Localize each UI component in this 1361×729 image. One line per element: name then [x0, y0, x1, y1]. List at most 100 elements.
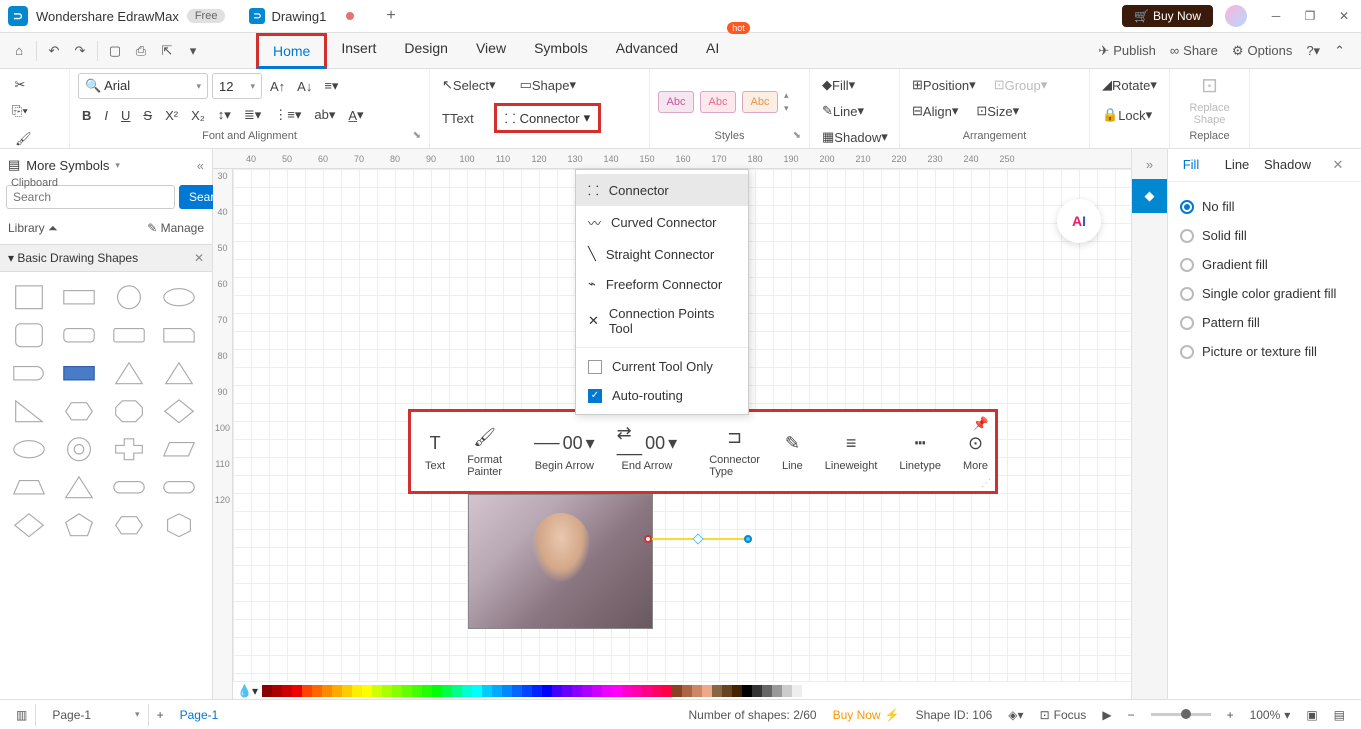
new-tab-button[interactable]: +	[386, 7, 395, 25]
export-button[interactable]: ⇱	[154, 38, 180, 64]
color-swatch[interactable]	[372, 685, 382, 697]
more-quick[interactable]: ▾	[180, 38, 206, 64]
shape-roundsq[interactable]	[10, 320, 48, 350]
color-swatch[interactable]	[602, 685, 612, 697]
color-swatch[interactable]	[732, 685, 742, 697]
color-swatch[interactable]	[302, 685, 312, 697]
fit-page[interactable]: ▣	[1298, 708, 1325, 722]
manage-button[interactable]: ✎ Manage	[147, 221, 204, 236]
shape-roundrect2[interactable]	[110, 320, 148, 350]
zoom-slider[interactable]	[1151, 713, 1211, 716]
cut-button[interactable]: ✂	[8, 73, 32, 97]
shape-hexagon2[interactable]	[110, 510, 148, 540]
shape-triangle2[interactable]	[160, 358, 198, 388]
rp-tab-fill[interactable]: Fill	[1168, 149, 1214, 181]
align-menu[interactable]: ≡▾	[320, 74, 342, 98]
color-swatch[interactable]	[492, 685, 502, 697]
color-swatch[interactable]	[522, 685, 532, 697]
color-swatch[interactable]	[262, 685, 272, 697]
color-swatch[interactable]	[712, 685, 722, 697]
color-swatch[interactable]	[332, 685, 342, 697]
color-swatch[interactable]	[802, 685, 812, 697]
color-swatch[interactable]	[382, 685, 392, 697]
style-preset-3[interactable]: Abc	[742, 91, 778, 113]
underline-button[interactable]: U	[117, 103, 134, 127]
color-swatch[interactable]	[552, 685, 562, 697]
fill-opt-single-gradient[interactable]: Single color gradient fill	[1180, 279, 1349, 308]
shape-ellipse[interactable]	[160, 282, 198, 312]
font-select[interactable]: 🔍 Arial▾	[78, 73, 208, 99]
copy-button[interactable]: ⎘▾	[8, 99, 32, 123]
color-swatch[interactable]	[542, 685, 552, 697]
fill-opt-picture[interactable]: Picture or texture fill	[1180, 337, 1349, 366]
menu-advanced[interactable]: Advanced	[602, 33, 692, 69]
color-swatch[interactable]	[442, 685, 452, 697]
menu-insert[interactable]: Insert	[327, 33, 390, 69]
connector-mid-point[interactable]	[692, 533, 703, 544]
options-button[interactable]: ⚙Options	[1232, 43, 1292, 59]
section-toggle[interactable]: ▾ Basic Drawing Shapes	[8, 251, 138, 265]
buy-now-button[interactable]: 🛒 Buy Now	[1122, 5, 1213, 27]
color-swatch[interactable]	[462, 685, 472, 697]
color-swatch[interactable]	[422, 685, 432, 697]
pages-icon[interactable]: ▥	[8, 708, 35, 722]
shape-square[interactable]	[10, 282, 48, 312]
color-swatch[interactable]	[622, 685, 632, 697]
color-swatch[interactable]	[482, 685, 492, 697]
color-swatch[interactable]	[762, 685, 772, 697]
spacing-button[interactable]: ↕▾	[214, 103, 235, 127]
zoom-level[interactable]: 100%▾	[1242, 708, 1299, 722]
position-button[interactable]: ⊞ Position▾	[908, 73, 980, 97]
bullets-button[interactable]: ⋮≡▾	[270, 103, 305, 127]
color-swatch[interactable]	[612, 685, 622, 697]
shape-diamond[interactable]	[160, 396, 198, 426]
ft-lineweight[interactable]: ≡Lineweight	[819, 430, 884, 474]
shape-terminator[interactable]	[10, 358, 48, 388]
color-swatch[interactable]	[592, 685, 602, 697]
shape-pill2[interactable]	[160, 472, 198, 502]
menu-design[interactable]: Design	[390, 33, 462, 69]
line-spacing-button[interactable]: ≣▾	[240, 103, 265, 127]
fill-opt-none[interactable]: No fill	[1180, 192, 1349, 221]
page-select[interactable]: Page-1	[44, 704, 131, 726]
redo-button[interactable]: ↷	[67, 38, 93, 64]
shape-rect[interactable]	[60, 282, 98, 312]
italic-button[interactable]: I	[100, 103, 112, 127]
color-swatch[interactable]	[322, 685, 332, 697]
shape-hexagon[interactable]	[60, 396, 98, 426]
shape-ellipse2[interactable]	[10, 434, 48, 464]
decrease-font[interactable]: A↓	[293, 74, 316, 98]
shape-pentagon[interactable]	[60, 510, 98, 540]
connector-end-point[interactable]	[744, 535, 752, 543]
lock-button[interactable]: 🔒 Lock▾	[1098, 103, 1156, 127]
minimize-button[interactable]: ─	[1259, 9, 1293, 23]
subscript-button[interactable]: X₂	[187, 103, 209, 127]
collapse-ribbon[interactable]: ⌃	[1334, 43, 1345, 59]
expand-right-panel[interactable]: »	[1132, 149, 1167, 179]
close-button[interactable]: ✕	[1327, 9, 1361, 23]
color-swatch[interactable]	[352, 685, 362, 697]
shape-hexagon3[interactable]	[160, 510, 198, 540]
library-label[interactable]: Library ⏶	[8, 221, 58, 236]
canvas[interactable]: 4050607080901001101201301401501601701801…	[213, 149, 1131, 699]
add-page-button[interactable]: +	[149, 708, 172, 722]
superscript-button[interactable]: X²	[161, 103, 182, 127]
shape-tool[interactable]: ▭ Shape▾	[516, 73, 580, 97]
strike-button[interactable]: S	[139, 103, 156, 127]
document-tab[interactable]: ⊃ Drawing1	[237, 0, 366, 32]
color-swatch[interactable]	[432, 685, 442, 697]
collapse-left-panel[interactable]: «	[197, 158, 204, 173]
undo-button[interactable]: ↶	[41, 38, 67, 64]
shape-octagon[interactable]	[110, 396, 148, 426]
image-shape[interactable]	[468, 494, 653, 629]
increase-font[interactable]: A↑	[266, 74, 289, 98]
connector-start-point[interactable]	[644, 535, 652, 543]
color-swatch[interactable]	[772, 685, 782, 697]
print-button[interactable]: ⎙	[128, 38, 154, 64]
color-swatch[interactable]	[752, 685, 762, 697]
buy-now-link[interactable]: Buy Now ⚡	[825, 708, 908, 722]
text-tool[interactable]: T Text	[438, 106, 478, 130]
shape-donut[interactable]	[60, 434, 98, 464]
color-swatch[interactable]	[652, 685, 662, 697]
format-painter-button[interactable]: 🖌	[8, 127, 39, 151]
